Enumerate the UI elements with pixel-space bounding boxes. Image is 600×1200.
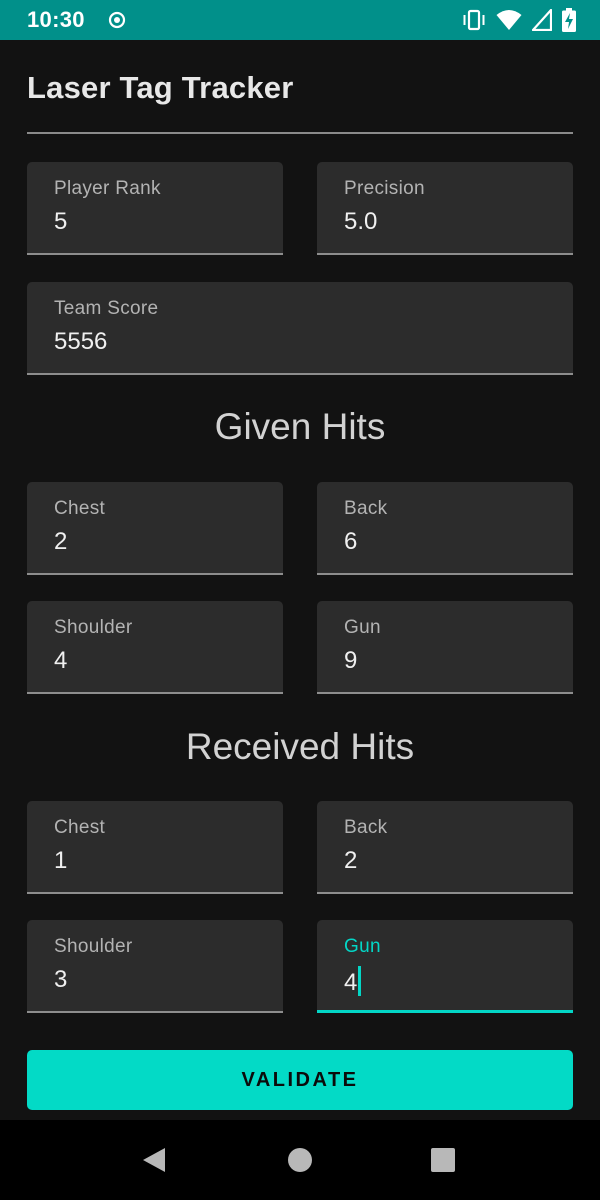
received-back-field[interactable]: Back 2 [317,801,573,894]
received-back-value: 2 [344,847,358,874]
received-hits-heading: Received Hits [185,726,415,767]
status-icons [462,8,576,32]
given-gun-label: Gun [344,617,381,638]
given-hits-heading: Given Hits [214,406,386,447]
battery-charging-icon [562,8,576,32]
team-score-label: Team Score [54,298,159,319]
team-score-value: 5556 [54,328,108,355]
recents-icon[interactable] [431,1148,455,1172]
player-rank-value: 5 [54,208,68,235]
received-gun-value-text: 4 [344,969,358,996]
given-back-value: 6 [344,528,358,555]
given-gun-value: 9 [344,647,358,674]
given-chest-value: 2 [54,528,68,555]
received-gun-value: 4 [344,966,362,997]
main-content: Laser Tag Tracker Player Rank 5 Precisio… [0,40,600,1120]
status-bar: 10:30 [0,0,600,40]
screen: 10:30 Laser Tag Tracker Player Rank 5 Pr… [0,0,600,1200]
given-gun-field[interactable]: Gun 9 [317,601,573,694]
signal-icon [532,9,552,31]
received-chest-value: 1 [54,847,68,874]
status-time: 10:30 [27,7,85,32]
wifi-icon [496,10,522,30]
given-back-field[interactable]: Back 6 [317,482,573,575]
vibrate-icon [463,9,485,31]
given-chest-field[interactable]: Chest 2 [27,482,283,575]
precision-label: Precision [344,178,425,199]
received-gun-label: Gun [344,936,381,957]
title-divider [27,132,573,134]
team-score-field[interactable]: Team Score 5556 [27,282,573,375]
given-chest-label: Chest [54,498,106,519]
given-shoulder-field[interactable]: Shoulder 4 [27,601,283,694]
player-rank-field[interactable]: Player Rank 5 [27,162,283,255]
text-cursor [358,966,362,996]
validate-button[interactable]: VALIDATE [27,1050,573,1110]
record-icon [108,11,126,29]
precision-value: 5.0 [344,208,378,235]
given-shoulder-value: 4 [54,647,68,674]
app-title: Laser Tag Tracker [27,70,294,105]
precision-field[interactable]: Precision 5.0 [317,162,573,255]
given-shoulder-label: Shoulder [54,617,133,638]
received-shoulder-field[interactable]: Shoulder 3 [27,920,283,1013]
received-back-label: Back [344,817,388,838]
home-icon[interactable] [288,1148,312,1172]
received-gun-field[interactable]: Gun 4 [317,920,573,1013]
received-shoulder-value: 3 [54,966,68,993]
received-shoulder-label: Shoulder [54,936,133,957]
received-chest-field[interactable]: Chest 1 [27,801,283,894]
received-chest-label: Chest [54,817,106,838]
player-rank-label: Player Rank [54,178,161,199]
navigation-bar [0,1120,600,1200]
given-back-label: Back [344,498,388,519]
back-icon[interactable] [141,1146,167,1174]
